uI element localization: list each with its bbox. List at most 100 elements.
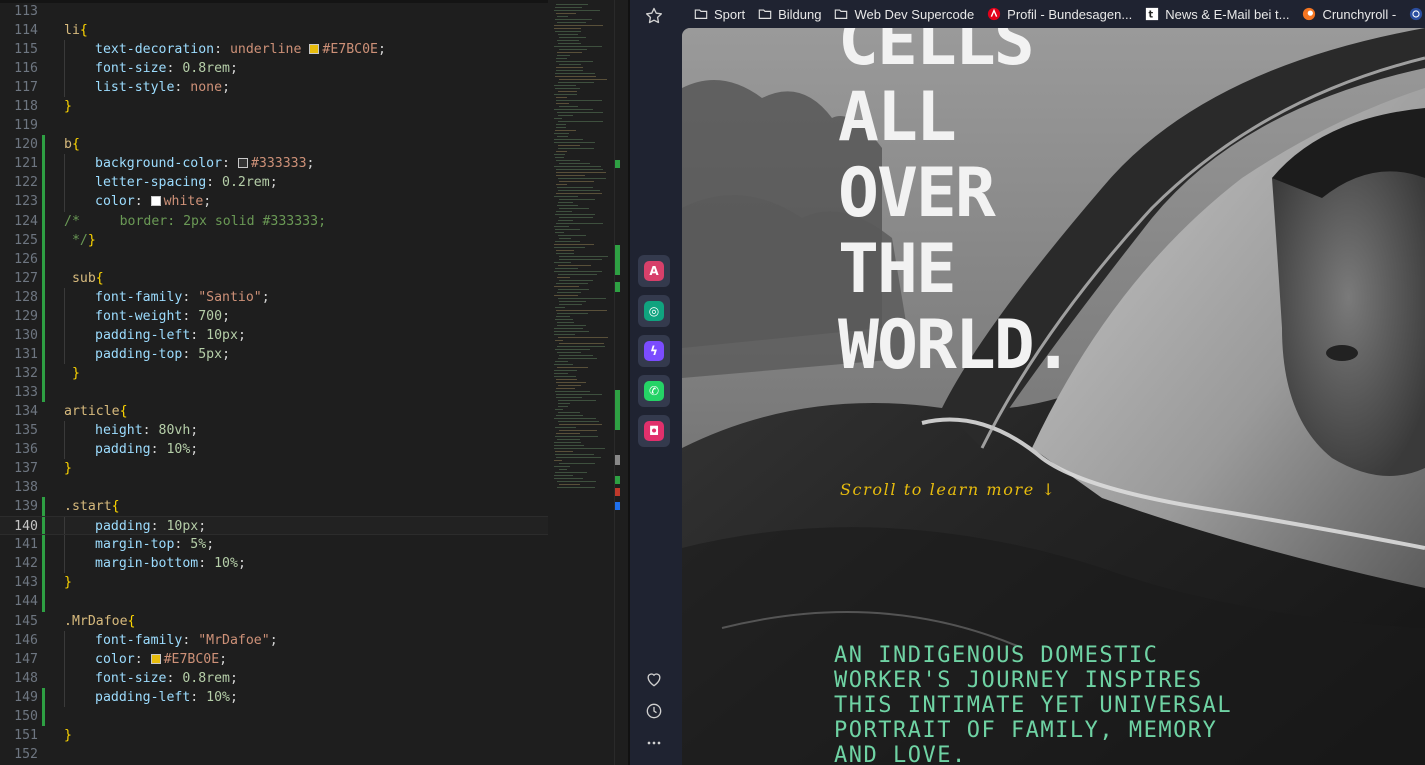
code-line[interactable]: 129 font-weight: 700; — [0, 306, 548, 326]
git-change-marker[interactable] — [42, 211, 45, 231]
git-change-marker[interactable] — [42, 325, 45, 345]
color-swatch[interactable] — [150, 653, 161, 664]
git-change-marker[interactable] — [42, 344, 45, 364]
bookmark-item[interactable]: Crunchyroll - — [1302, 7, 1396, 22]
code-text[interactable]: } — [64, 459, 72, 478]
code-line[interactable]: 123 color: white; — [0, 192, 548, 212]
line-number[interactable]: 126 — [0, 250, 38, 269]
bookmark-item[interactable]: Sport — [694, 7, 745, 22]
code-line[interactable]: 150 — [0, 706, 548, 726]
code-text[interactable]: li{ — [64, 21, 88, 40]
code-line[interactable]: 128 font-family: "Santio"; — [0, 287, 548, 307]
line-number[interactable]: 124 — [0, 212, 38, 231]
code-line[interactable]: 119 — [0, 116, 548, 135]
git-change-marker[interactable] — [42, 382, 45, 402]
code-text[interactable]: } — [64, 364, 80, 383]
code-text[interactable]: sub{ — [64, 269, 104, 288]
line-number[interactable]: 140 — [0, 517, 38, 536]
code-line[interactable]: 140 padding: 10px; — [0, 516, 548, 536]
code-line[interactable]: 144 — [0, 592, 548, 612]
line-number[interactable]: 138 — [0, 478, 38, 497]
line-number[interactable]: 119 — [0, 116, 38, 135]
line-number[interactable]: 136 — [0, 440, 38, 459]
code-line[interactable]: 127 sub{ — [0, 268, 548, 288]
code-editor[interactable]: 113 114 li{115 text-decoration: underline #… — [0, 0, 628, 765]
code-line[interactable]: 146 font-family: "MrDafoe"; — [0, 630, 548, 650]
git-change-marker[interactable] — [42, 154, 45, 174]
line-number[interactable]: 133 — [0, 383, 38, 402]
code-line[interactable]: 115 text-decoration: underline #E7BC0E; — [0, 40, 548, 60]
code-line[interactable]: 113 — [0, 2, 548, 21]
code-line[interactable]: 145 .MrDafoe{ — [0, 612, 548, 631]
code-text[interactable]: padding-left: 10px; — [95, 326, 246, 345]
code-line[interactable]: 136 padding: 10%; — [0, 440, 548, 460]
color-swatch[interactable] — [309, 44, 320, 55]
bookmark-item[interactable]: Jahres — [1409, 7, 1425, 22]
bookmark-item[interactable]: Bildung — [758, 7, 821, 22]
line-number[interactable]: 113 — [0, 2, 38, 21]
editor-scrollbar[interactable] — [614, 0, 628, 765]
bookmark-star-button[interactable] — [638, 0, 670, 32]
line-number[interactable]: 123 — [0, 192, 38, 211]
git-change-marker[interactable] — [42, 173, 45, 193]
git-change-marker[interactable] — [42, 192, 45, 212]
line-number[interactable]: 151 — [0, 726, 38, 745]
scroll-hint[interactable]: Scroll to learn more ↓ — [840, 480, 1056, 499]
code-text[interactable]: color: #E7BC0E; — [95, 650, 227, 669]
git-change-marker[interactable] — [42, 135, 45, 155]
git-change-marker[interactable] — [42, 268, 45, 288]
code-text[interactable]: padding: 10px; — [95, 517, 206, 536]
code-line[interactable]: 152 — [0, 745, 548, 764]
line-number[interactable]: 150 — [0, 707, 38, 726]
code-text[interactable]: font-weight: 700; — [95, 307, 230, 326]
code-line[interactable]: 118} — [0, 97, 548, 116]
code-line[interactable]: 151} — [0, 726, 548, 745]
git-change-marker[interactable] — [42, 554, 45, 574]
code-text[interactable]: font-size: 0.8rem; — [95, 669, 238, 688]
code-line[interactable]: 133 — [0, 382, 548, 402]
code-text[interactable]: .MrDafoe{ — [64, 612, 135, 631]
code-line[interactable]: 135 height: 80vh; — [0, 421, 548, 441]
code-line[interactable]: 131 padding-top: 5px; — [0, 344, 548, 364]
code-text[interactable]: letter-spacing: 0.2rem; — [95, 173, 278, 192]
code-line[interactable]: 121 background-color: #333333; — [0, 154, 548, 174]
bookmark-item[interactable]: Web Dev Supercode — [834, 7, 974, 22]
git-change-marker[interactable] — [42, 363, 45, 383]
line-number[interactable]: 149 — [0, 688, 38, 707]
line-number[interactable]: 117 — [0, 78, 38, 97]
line-number[interactable]: 132 — [0, 364, 38, 383]
line-number[interactable]: 148 — [0, 669, 38, 688]
line-number[interactable]: 141 — [0, 535, 38, 554]
line-number[interactable]: 139 — [0, 497, 38, 516]
instagram-button[interactable]: ◘ — [638, 415, 670, 447]
git-change-marker[interactable] — [42, 535, 45, 555]
code-line[interactable]: 142 margin-bottom: 10%; — [0, 554, 548, 574]
line-number[interactable]: 131 — [0, 345, 38, 364]
line-number[interactable]: 115 — [0, 40, 38, 59]
line-number[interactable]: 144 — [0, 592, 38, 611]
code-line[interactable]: 114 li{ — [0, 21, 548, 40]
line-number[interactable]: 137 — [0, 459, 38, 478]
code-text[interactable]: font-family: "Santio"; — [95, 288, 270, 307]
line-number[interactable]: 134 — [0, 402, 38, 421]
code-line[interactable]: 125 */} — [0, 230, 548, 250]
minimap[interactable] — [548, 0, 614, 765]
code-line[interactable]: 132 } — [0, 363, 548, 383]
web-page[interactable]: CELLS ALL OVER THE WORLD. Scroll to lear… — [682, 28, 1425, 765]
code-line[interactable]: 134 article{ — [0, 402, 548, 421]
git-change-marker[interactable] — [42, 706, 45, 726]
favorites-button[interactable] — [638, 663, 670, 695]
code-text[interactable]: font-size: 0.8rem; — [95, 59, 238, 78]
git-change-marker[interactable] — [42, 230, 45, 250]
code-line[interactable]: 141 margin-top: 5%; — [0, 535, 548, 555]
code-text[interactable]: margin-bottom: 10%; — [95, 554, 246, 573]
color-swatch[interactable] — [150, 196, 161, 207]
line-number[interactable]: 118 — [0, 97, 38, 116]
code-text[interactable]: .start{ — [64, 497, 120, 516]
messenger-button[interactable]: ϟ — [638, 335, 670, 367]
line-number[interactable]: 122 — [0, 173, 38, 192]
line-number[interactable]: 120 — [0, 135, 38, 154]
line-number[interactable]: 129 — [0, 307, 38, 326]
code-text[interactable]: padding: 10%; — [95, 440, 198, 459]
code-lines[interactable]: 113 114 li{115 text-decoration: underline #… — [0, 2, 548, 764]
